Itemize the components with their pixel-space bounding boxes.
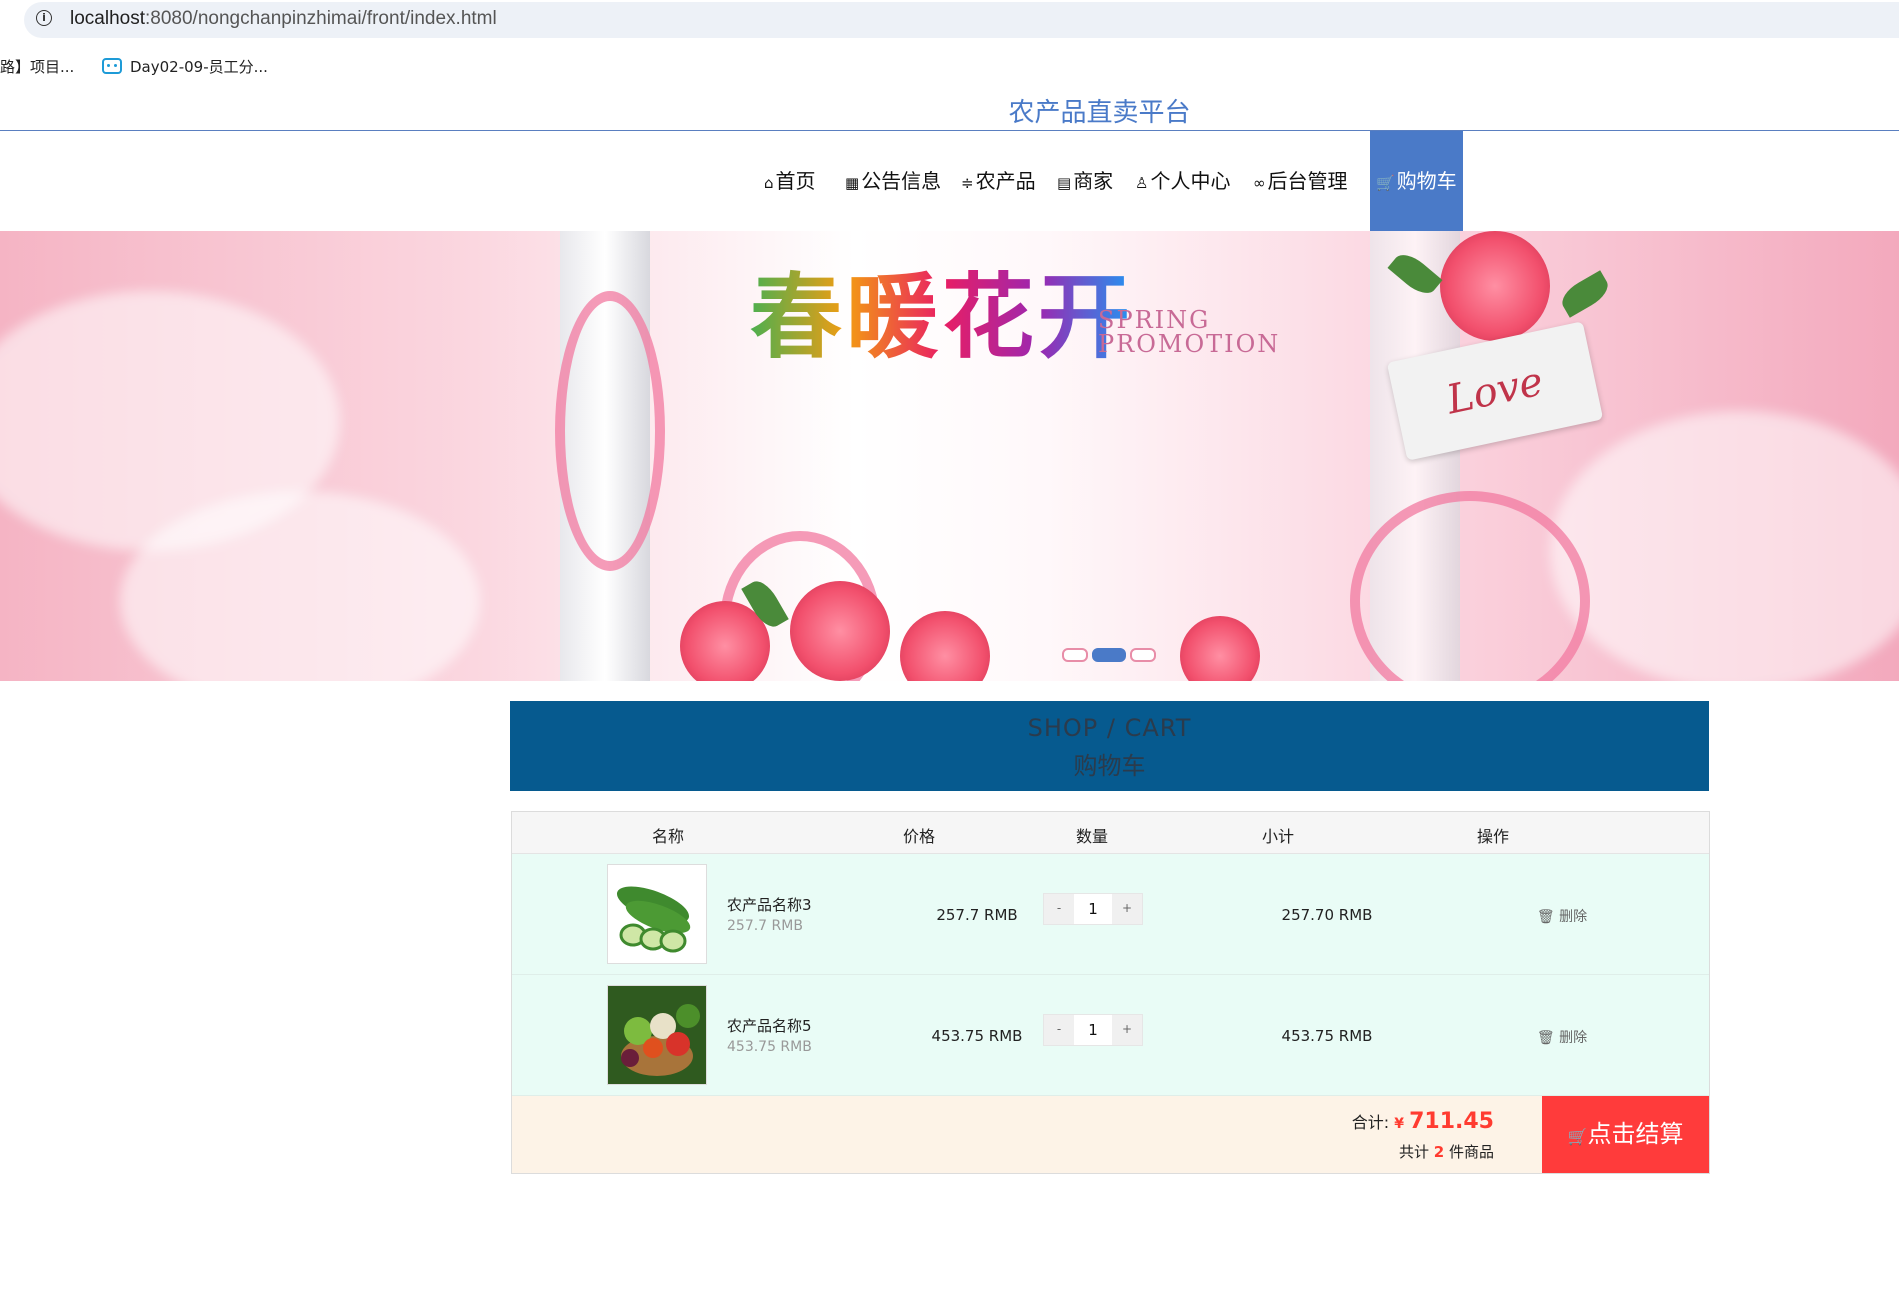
increase-button[interactable]: + bbox=[1112, 1015, 1142, 1045]
delete-button[interactable]: 🗑 删除 bbox=[1462, 906, 1662, 926]
nav-home[interactable]: ⌂ 首页 bbox=[764, 131, 816, 231]
trash-icon: 🗑 bbox=[1536, 1030, 1555, 1046]
increase-button[interactable]: + bbox=[1112, 894, 1142, 924]
main-nav: ⌂ 首页 ▦ 公告信息 ≑ 农产品 ▤ 商家 ♙ 个人中心 ∞ 后台管理 🛒 购物车 bbox=[0, 131, 1899, 231]
decrease-button[interactable]: - bbox=[1044, 1015, 1074, 1045]
leaf-decoration bbox=[1556, 270, 1614, 318]
cart-heading-en: SHOP / CART bbox=[1027, 714, 1192, 742]
carousel-indicators bbox=[1062, 647, 1160, 662]
carousel-dot[interactable] bbox=[1062, 648, 1088, 662]
rose-decoration bbox=[900, 611, 990, 681]
cart-icon: 🛒 bbox=[1567, 1127, 1588, 1146]
row-subtotal: 453.75 RMB bbox=[1281, 1027, 1373, 1045]
product-name[interactable]: 农产品名称5 bbox=[727, 1015, 812, 1036]
rose-decoration bbox=[1180, 616, 1260, 681]
product-unit-price: 453.75 RMB bbox=[727, 1039, 812, 1055]
nav-products[interactable]: ≑ 农产品 bbox=[961, 131, 1036, 231]
carousel-dot[interactable] bbox=[1130, 648, 1156, 662]
nav-cart[interactable]: 🛒 购物车 bbox=[1370, 131, 1463, 231]
total-amount: 合计: ¥ 711.45 bbox=[1351, 1109, 1494, 1134]
quantity-stepper: - 1 + bbox=[1043, 1014, 1143, 1046]
table-row: 农产品名称5 453.75 RMB 453.75 RMB - 1 + 453.7… bbox=[512, 975, 1709, 1096]
user-icon: ♙ bbox=[1135, 174, 1149, 192]
quantity-input[interactable]: 1 bbox=[1074, 894, 1112, 924]
product-image-cucumber[interactable] bbox=[607, 864, 707, 964]
banner-headline: 春暖花开 bbox=[750, 243, 1134, 376]
cart-icon: 🛒 bbox=[1376, 174, 1395, 192]
nav-admin[interactable]: ∞ 后台管理 bbox=[1253, 131, 1348, 231]
trash-icon: 🗑 bbox=[1536, 909, 1555, 925]
url-text[interactable]: localhost:8080/nongchanpinzhimai/front/i… bbox=[70, 8, 497, 30]
cloud-decoration bbox=[1550, 411, 1899, 681]
carousel-dot-active[interactable] bbox=[1092, 648, 1126, 662]
decrease-button[interactable]: - bbox=[1044, 894, 1074, 924]
cart-summary: 合计: ¥ 711.45 共计 2 件商品 🛒点击结算 bbox=[512, 1096, 1709, 1173]
column-header-qty: 数量 bbox=[1076, 827, 1109, 846]
delete-button[interactable]: 🗑 删除 bbox=[1462, 1027, 1662, 1047]
home-icon: ⌂ bbox=[764, 174, 774, 192]
nav-notices[interactable]: ▦ 公告信息 bbox=[845, 131, 941, 231]
table-header: 名称 价格 数量 小计 操作 bbox=[512, 812, 1709, 854]
browser-address-bar: i localhost:8080/nongchanpinzhimai/front… bbox=[0, 0, 1899, 38]
rose-decoration bbox=[790, 581, 890, 681]
product-name[interactable]: 农产品名称3 bbox=[727, 894, 812, 915]
cart-section-header: SHOP / CART 购物车 bbox=[510, 701, 1709, 791]
product-unit-price: 257.7 RMB bbox=[727, 918, 803, 934]
bookmark-item[interactable]: Day02-09-员工分... bbox=[102, 56, 268, 77]
row-price: 257.7 RMB bbox=[936, 906, 1018, 924]
column-header-subtotal: 小计 bbox=[1262, 827, 1295, 846]
document-icon: ▤ bbox=[1057, 174, 1072, 192]
product-image-vegetables[interactable] bbox=[607, 985, 707, 1085]
site-title: 农产品直卖平台 bbox=[1008, 98, 1191, 128]
cart-table: 名称 价格 数量 小计 操作 农产品名称3 257.7 RMB 257.7 RM… bbox=[511, 811, 1710, 1174]
row-subtotal: 257.70 RMB bbox=[1281, 906, 1373, 924]
ribbon-decoration bbox=[555, 291, 665, 571]
nav-merchants[interactable]: ▤ 商家 bbox=[1057, 131, 1113, 231]
rose-decoration bbox=[1440, 231, 1550, 341]
cart-heading-zh: 购物车 bbox=[1073, 752, 1146, 780]
bookmark-item[interactable]: 路】项目... bbox=[0, 56, 74, 77]
checkout-button[interactable]: 🛒点击结算 bbox=[1542, 1096, 1709, 1173]
column-header-price: 价格 bbox=[903, 827, 936, 846]
nav-profile[interactable]: ♙ 个人中心 bbox=[1135, 131, 1230, 231]
row-price: 453.75 RMB bbox=[931, 1027, 1023, 1045]
quantity-stepper: - 1 + bbox=[1043, 893, 1143, 925]
link-icon: ∞ bbox=[1253, 174, 1266, 192]
bookmarks-bar: 路】项目... Day02-09-员工分... bbox=[0, 46, 1899, 86]
column-header-action: 操作 bbox=[1477, 827, 1510, 846]
column-header-name: 名称 bbox=[652, 827, 685, 846]
bilibili-icon bbox=[102, 58, 122, 74]
banner-subtitle: SPRING PROMOTION bbox=[1098, 306, 1281, 358]
promo-banner[interactable]: 春暖花开 SPRING PROMOTION Love bbox=[0, 231, 1899, 681]
item-count: 共计 2 件商品 bbox=[1398, 1143, 1494, 1161]
sliders-icon: ≑ bbox=[961, 174, 974, 192]
grid-icon: ▦ bbox=[845, 174, 860, 192]
site-info-icon[interactable]: i bbox=[36, 10, 52, 26]
table-row: 农产品名称3 257.7 RMB 257.7 RMB - 1 + 257.70 … bbox=[512, 854, 1709, 975]
quantity-input[interactable]: 1 bbox=[1074, 1015, 1112, 1045]
